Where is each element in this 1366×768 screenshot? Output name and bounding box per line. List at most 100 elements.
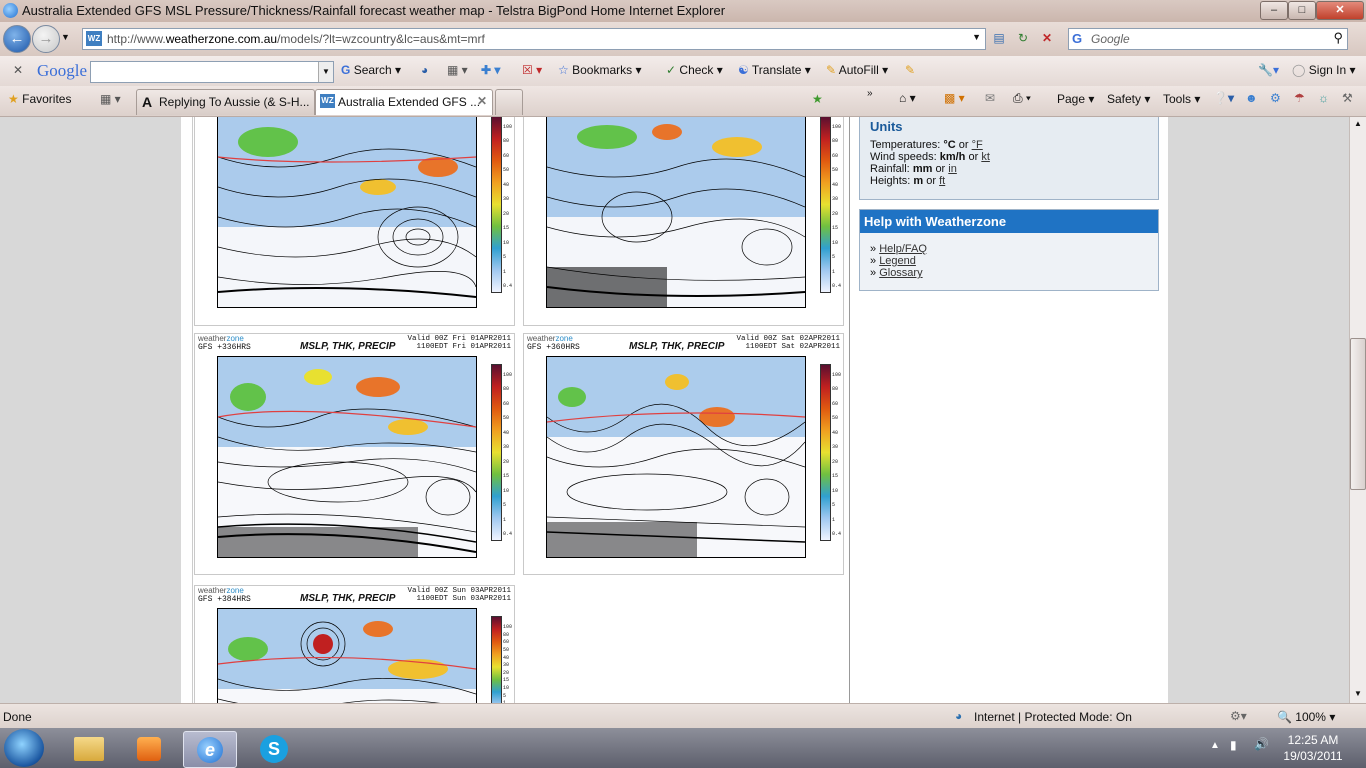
maximize-button[interactable]: □ — [1288, 1, 1316, 20]
zoom-level[interactable]: 🔍 100% ▾ — [1277, 710, 1335, 724]
url-field[interactable]: WZ http://www.weatherzone.com.au/models/… — [82, 28, 986, 50]
globe-icon[interactable]: ◕ — [421, 63, 428, 77]
web-page-viewport: 100 80 60 50 40 30 20 15 10 5 1 0.4 100 80 60 50 40 30 20… — [0, 117, 1349, 703]
translate-button[interactable]: ☯ Translate ▾ — [738, 63, 811, 77]
help-link-legend[interactable]: » Legend — [870, 255, 916, 267]
media-player-taskbar-icon[interactable] — [122, 731, 174, 766]
map-header: weatherzone GFS +384HRS MSLP, THK, PRECI… — [195, 586, 514, 608]
feeds-icon[interactable]: ▩ ▾ — [944, 91, 965, 105]
colorbar-tick-label: 80 — [503, 386, 510, 393]
feet-link[interactable]: ft — [939, 175, 945, 187]
volume-icon[interactable]: 🔊 — [1254, 737, 1269, 751]
map-title: MSLP, THK, PRECIP — [300, 341, 396, 352]
tab-site-icon: A — [142, 94, 153, 110]
help-link-glossary[interactable]: » Glossary — [870, 267, 923, 279]
help-icon[interactable]: ❔▾ — [1213, 91, 1234, 105]
explorer-taskbar-icon[interactable] — [62, 731, 114, 766]
popup-blocker-icon[interactable]: ☒ ▾ — [522, 63, 542, 77]
refresh-icon[interactable]: ↻ — [1012, 28, 1034, 48]
scroll-up-icon[interactable]: ▲ — [1354, 119, 1362, 128]
knots-link[interactable]: kt — [981, 151, 990, 163]
minimize-button[interactable]: – — [1260, 1, 1288, 20]
print-icon[interactable]: ⎙ ▾ — [1013, 91, 1031, 106]
colorbar-tick-label: 60 — [503, 639, 510, 646]
highlighter-icon[interactable]: ✎ — [905, 63, 915, 77]
stop-icon[interactable]: ✕ — [1036, 28, 1058, 48]
help-link-faq[interactable]: » Help/FAQ — [870, 243, 927, 255]
spell-check-button[interactable]: ✓ Check ▾ — [666, 63, 723, 77]
taskbar: e S ▲ ▮ 🔊 12:25 AM 19/03/2011 — [0, 728, 1366, 768]
google-toolbar-input[interactable]: ▼ — [90, 61, 334, 83]
internet-explorer-taskbar-icon[interactable]: e — [183, 731, 237, 768]
forecast-map-image — [546, 117, 806, 308]
favorites-add-icon[interactable]: ★ — [812, 92, 823, 106]
security-zone[interactable]: Internet | Protected Mode: On — [974, 710, 1132, 724]
gfs-hours: GFS +336HRS — [198, 343, 251, 352]
home-icon[interactable]: ⌂ ▾ — [899, 91, 916, 105]
map-card-3[interactable]: weatherzone GFS +384HRS MSLP, THK, PRECI… — [194, 585, 515, 703]
safety-menu[interactable]: Safety ▾ — [1107, 92, 1150, 106]
colorbar-tick-label: 60 — [832, 152, 839, 159]
tools-menu[interactable]: Tools ▾ — [1163, 92, 1200, 106]
fahrenheit-link[interactable]: °F — [972, 139, 983, 151]
plus-icon[interactable]: ✚ ▾ — [481, 63, 500, 77]
window-title-bar[interactable]: Australia Extended GFS MSL Pressure/Thic… — [0, 0, 1366, 22]
show-hidden-icons[interactable]: ▲ — [1210, 740, 1220, 751]
colorbar-tick-label: 30 — [503, 196, 510, 203]
bookmarks-button[interactable]: ☆ Bookmarks ▾ — [558, 63, 642, 77]
colorbar-tick-label: 100 — [503, 124, 513, 130]
back-button[interactable]: ← — [3, 25, 31, 53]
recent-pages-dropdown-icon[interactable]: ▼ — [61, 32, 70, 42]
mail-icon[interactable]: ✉ — [985, 91, 995, 105]
skype-taskbar-icon[interactable]: S — [248, 731, 300, 766]
colorbar-tick-label: 40 — [503, 429, 510, 436]
quick-tabs-icon[interactable]: ▦ ▾ — [100, 92, 121, 106]
tab-replying[interactable]: A Replying To Aussie (& S-H... — [136, 89, 315, 115]
site-favicon-icon: WZ — [86, 31, 102, 46]
search-box[interactable]: G Google ⚲ — [1068, 28, 1348, 50]
favorites-button[interactable]: ★ Favorites — [8, 92, 71, 106]
chevron-overflow-icon[interactable]: » — [867, 88, 873, 99]
colorbar — [820, 364, 831, 541]
news-icon[interactable]: ▦ ▾ — [447, 63, 468, 77]
inches-link[interactable]: in — [948, 163, 957, 175]
scrollbar-thumb[interactable] — [1350, 338, 1366, 490]
map-card-1[interactable]: weatherzone GFS +336HRS MSLP, THK, PRECI… — [194, 333, 515, 575]
addon-icon-3[interactable]: ⚒ — [1342, 91, 1353, 105]
scroll-down-icon[interactable]: ▼ — [1354, 689, 1362, 698]
addon-icon[interactable]: ☂ — [1294, 91, 1305, 105]
autofill-button[interactable]: ✎ AutoFill ▾ — [826, 63, 888, 77]
units-box: Units Temperatures: °C or °F Wind speeds… — [859, 117, 1159, 200]
close-button[interactable]: ✕ — [1316, 1, 1364, 20]
close-toolbar-icon[interactable]: ✕ — [13, 63, 23, 77]
window-title: Australia Extended GFS MSL Pressure/Thic… — [22, 3, 726, 18]
map-header: weatherzone GFS +336HRS MSLP, THK, PRECI… — [195, 334, 514, 356]
network-icon[interactable]: ▮ — [1230, 738, 1237, 752]
url-dropdown-icon[interactable]: ▼ — [972, 32, 981, 42]
messenger-icon[interactable]: ☻ — [1245, 91, 1258, 105]
star-icon: ☆ — [558, 63, 569, 77]
colorbar-tick-label: 15 — [503, 225, 510, 232]
colorbar-tick-label: 80 — [832, 138, 839, 145]
sign-in-button[interactable]: ◯ Sign In ▾ — [1292, 63, 1356, 77]
addon-icon-2[interactable]: ☼ — [1318, 91, 1329, 105]
page-menu[interactable]: Page ▾ — [1057, 92, 1094, 106]
clock[interactable]: 12:25 AM 19/03/2011 — [1282, 732, 1344, 764]
tab-australia-extended[interactable]: WZ Australia Extended GFS ... ✕ — [315, 89, 493, 115]
map-card-top-right[interactable]: 100 80 60 50 40 30 20 15 10 5 1 0.4 — [523, 117, 844, 326]
compatibility-view-icon[interactable]: ▤ — [988, 28, 1010, 48]
search-magnifier-icon[interactable]: ⚲ — [1333, 30, 1343, 46]
google-search-button[interactable]: G Search ▾ — [341, 63, 401, 77]
map-card-2[interactable]: weatherzone GFS +360HRS MSLP, THK, PRECI… — [523, 333, 844, 575]
weatherzone-logo: weatherzone — [527, 334, 573, 343]
start-button[interactable] — [4, 729, 44, 767]
close-tab-icon[interactable]: ✕ — [477, 94, 487, 108]
new-tab-button[interactable] — [495, 89, 523, 115]
wrench-icon[interactable]: 🔧▾ — [1258, 63, 1279, 77]
map-card-top-left[interactable]: 100 80 60 50 40 30 20 15 10 5 1 0.4 — [194, 117, 515, 326]
research-icon[interactable]: ⚙ — [1270, 91, 1281, 105]
forward-button[interactable]: → — [32, 25, 60, 53]
valid-time: Valid 00Z Sun 03APR2011 1100EDT Sun 03AP… — [407, 587, 511, 603]
search-placeholder: Google — [1091, 32, 1130, 46]
settings-gear-icon[interactable]: ⚙▾ — [1230, 709, 1247, 723]
